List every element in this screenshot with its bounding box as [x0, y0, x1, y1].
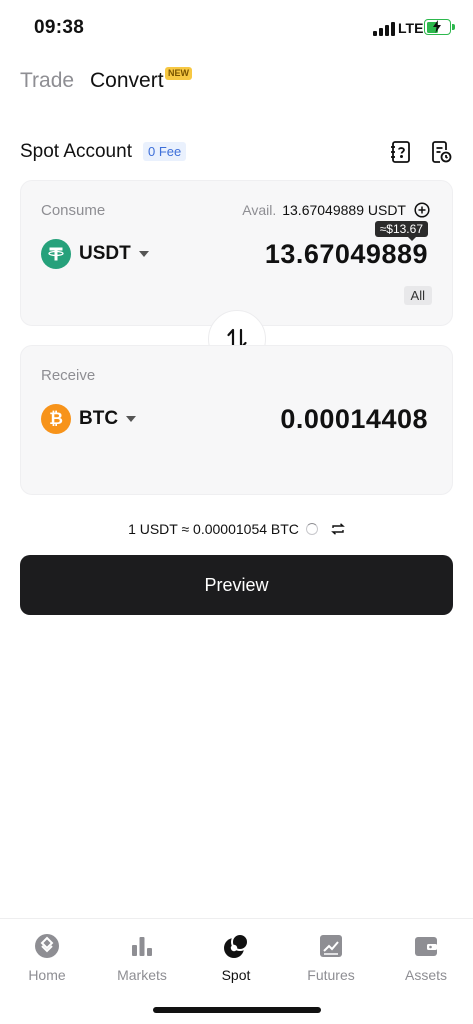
consume-coin-selector[interactable]: USDT [41, 239, 149, 269]
preview-button[interactable]: Preview [20, 555, 453, 615]
nav-markets[interactable]: Markets [102, 933, 182, 983]
consume-label: Consume [41, 202, 106, 219]
rate-countdown-icon [305, 523, 318, 535]
nav-futures[interactable]: Futures [291, 933, 371, 983]
status-bar: 09:38 LTE [0, 0, 473, 56]
spot-account-title: Spot Account [20, 141, 132, 162]
chevron-down-icon [138, 251, 149, 257]
nav-markets-label: Markets [117, 967, 167, 983]
btc-icon: ₿ [41, 404, 71, 434]
assets-icon [415, 937, 437, 956]
receive-coin-name: BTC [79, 408, 119, 429]
add-funds-icon[interactable] [414, 202, 430, 218]
home-indicator [153, 1007, 321, 1013]
status-time: 09:38 [34, 17, 85, 38]
markets-icon [132, 937, 152, 956]
nav-assets[interactable]: Assets [386, 933, 466, 983]
avail-label: Avail. [242, 202, 277, 218]
futures-icon [320, 935, 342, 957]
consume-card: Consume Avail. 13.67049889 USDT ≈$13.67 … [20, 180, 453, 326]
consume-amount-input[interactable]: 13.67049889 [265, 239, 428, 270]
refresh-rate-icon[interactable] [331, 523, 345, 535]
home-icon [35, 934, 59, 958]
nav-spot[interactable]: Spot [196, 933, 276, 983]
spot-icon [224, 933, 249, 958]
battery-charging-icon [424, 19, 455, 35]
receive-card: Receive ₿ BTC 0.00014408 [20, 345, 453, 495]
tab-trade[interactable]: Trade [20, 69, 74, 93]
nav-home-label: Home [28, 967, 66, 983]
nav-futures-label: Futures [307, 967, 355, 983]
fee-badge: 0 Fee [143, 142, 187, 161]
network-type: LTE [398, 20, 424, 36]
tab-convert[interactable]: Convert [90, 69, 164, 93]
receive-amount: 0.00014408 [280, 404, 428, 434]
cellular-signal-icon [373, 22, 395, 36]
new-badge: NEW [165, 67, 192, 80]
chevron-down-icon [126, 416, 137, 422]
help-guide-icon[interactable] [388, 139, 414, 165]
receive-label: Receive [41, 367, 96, 384]
usdt-icon [41, 239, 71, 269]
receive-coin-selector[interactable]: ₿ BTC [41, 404, 137, 434]
consume-coin-name: USDT [79, 243, 131, 264]
available-balance: Avail. 13.67049889 USDT [242, 202, 430, 218]
nav-assets-label: Assets [404, 967, 447, 983]
exchange-rate-text: 1 USDT ≈ 0.00001054 BTC [128, 521, 299, 537]
exchange-rate-row: 1 USDT ≈ 0.00001054 BTC [0, 521, 473, 537]
all-button[interactable]: All [403, 286, 432, 305]
usd-estimate-tooltip: ≈$13.67 [374, 221, 428, 241]
nav-spot-label: Spot [221, 967, 251, 983]
avail-value: 13.67049889 USDT [282, 202, 406, 218]
order-history-icon[interactable] [428, 139, 454, 165]
nav-home[interactable]: Home [7, 933, 87, 983]
